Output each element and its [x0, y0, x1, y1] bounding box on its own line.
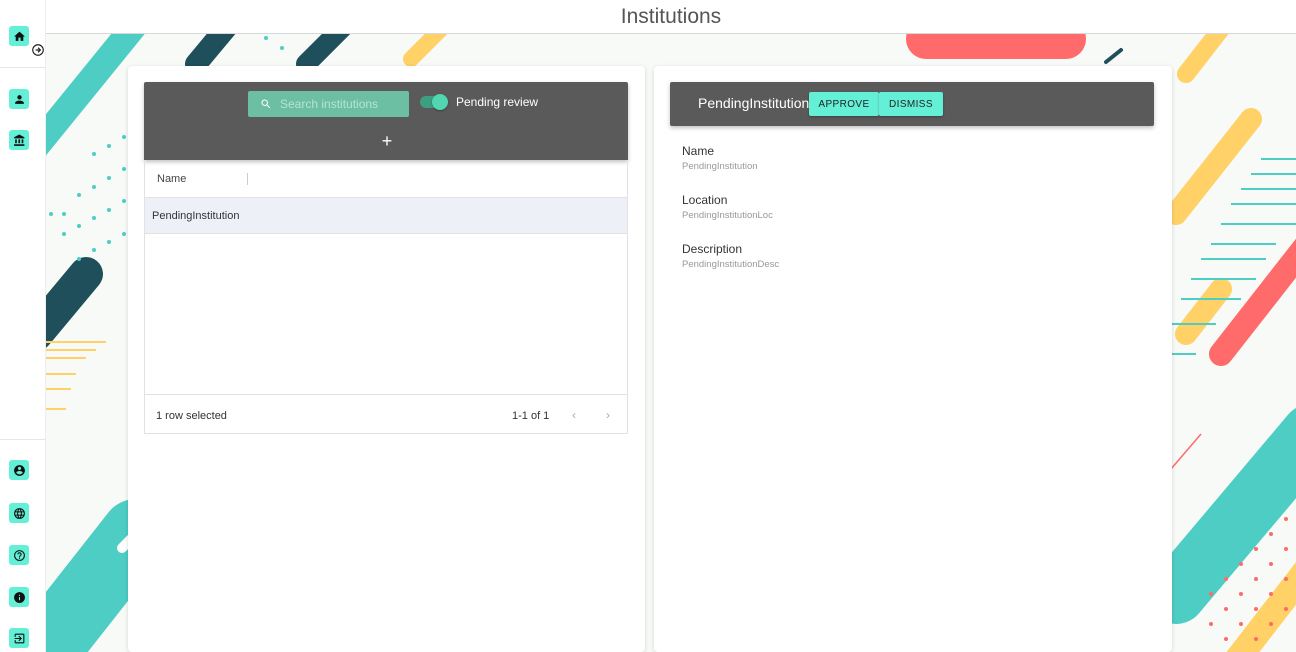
page-title: Institutions: [620, 4, 722, 28]
sidebar-item-info[interactable]: [9, 587, 29, 607]
home-button[interactable]: [9, 26, 29, 46]
sidebar-item-logout[interactable]: [9, 628, 29, 648]
field-label: Description: [682, 242, 743, 256]
pending-review-toggle[interactable]: Pending review: [420, 94, 539, 110]
detail-toolbar: PendingInstitution APPROVE DISMISS: [670, 82, 1154, 126]
globe-icon: [13, 507, 25, 519]
field-label: Location: [682, 193, 728, 207]
toggle-label: Pending review: [456, 95, 539, 109]
detail-field-name: Name PendingInstitution: [682, 144, 758, 172]
institution-table: Name PendingInstitution 1 row selected 1…: [144, 160, 628, 434]
sidebar-item-institutions[interactable]: [9, 130, 29, 150]
sidebar-item-language[interactable]: [9, 503, 29, 523]
help-icon: [13, 549, 25, 561]
institution-icon: [13, 134, 24, 146]
detail-title: PendingInstitution: [698, 95, 810, 111]
detail-field-description: Description PendingInstitutionDesc: [682, 242, 779, 270]
institution-detail-card: PendingInstitution APPROVE DISMISS Name …: [654, 66, 1172, 652]
add-institution-button[interactable]: +: [376, 130, 398, 152]
search-icon: [261, 99, 271, 109]
toggle-track[interactable]: [420, 94, 448, 110]
table-header: Name: [145, 160, 627, 198]
institution-list-card: Pending review + Name PendingInstitution…: [128, 66, 645, 652]
sidebar-top-group: [0, 0, 46, 68]
sidebar-item-users[interactable]: [9, 89, 29, 109]
arrow-circle-right-icon: [32, 44, 44, 56]
account-circle-icon: [13, 464, 25, 476]
expand-sidebar-button[interactable]: [30, 42, 46, 58]
approve-button[interactable]: APPROVE: [809, 92, 879, 116]
home-icon: [13, 31, 25, 41]
search-box[interactable]: [248, 91, 409, 117]
sidebar-item-account[interactable]: [9, 460, 29, 480]
field-value: PendingInstitutionDesc: [682, 259, 780, 270]
sidebar-item-help[interactable]: [9, 545, 29, 565]
field-value: PendingInstitution: [682, 161, 758, 172]
detail-field-location: Location PendingInstitutionLoc: [682, 193, 773, 221]
table-footer: 1 row selected 1-1 of 1 ‹ ›: [145, 394, 627, 434]
column-header-name[interactable]: Name: [157, 173, 186, 185]
list-toolbar: Pending review +: [144, 82, 628, 160]
column-separator[interactable]: [247, 173, 248, 185]
field-value: PendingInstitutionLoc: [682, 210, 773, 221]
user-icon: [14, 94, 24, 104]
logout-icon: [14, 633, 24, 643]
table-row[interactable]: PendingInstitution: [145, 198, 627, 234]
pagination-info: 1-1 of 1: [512, 410, 550, 422]
page-header: Institutions: [46, 0, 1296, 34]
dismiss-button[interactable]: DISMISS: [879, 92, 943, 116]
toggle-thumb[interactable]: [432, 94, 448, 110]
next-page-button[interactable]: ›: [606, 408, 610, 422]
selected-count: 1 row selected: [156, 410, 227, 422]
info-icon: [13, 591, 25, 603]
previous-page-button[interactable]: ‹: [572, 408, 576, 422]
field-label: Name: [682, 144, 715, 158]
row-name-cell: PendingInstitution: [152, 209, 240, 222]
search-input[interactable]: [280, 97, 400, 111]
sidebar: [0, 0, 46, 652]
sidebar-middle-group: [0, 68, 46, 440]
